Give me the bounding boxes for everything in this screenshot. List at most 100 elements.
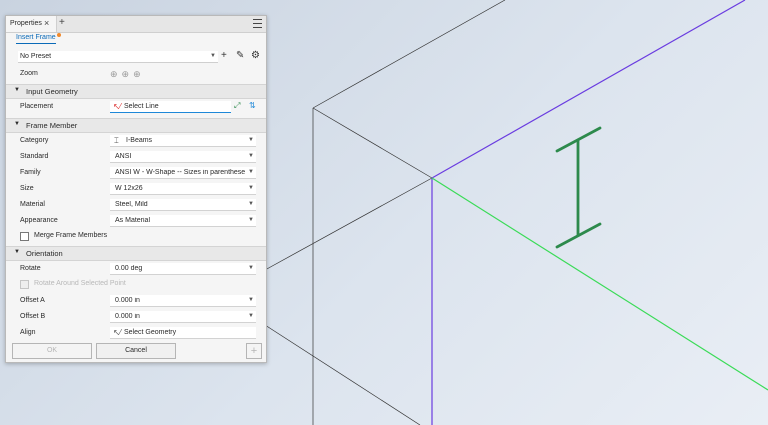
selected-edge-purple[interactable] [431, 0, 746, 179]
appearance-label: Appearance [20, 217, 58, 224]
i-beam-icon: ⌶ [114, 136, 119, 145]
rotate-around-row: Rotate Around Selected Point [6, 278, 266, 292]
zoom-out-icon[interactable]: ⊕ [133, 69, 145, 79]
i-beam-preview [555, 126, 602, 249]
section-frame-member-label: Frame Member [26, 121, 78, 130]
category-row: Category ⌶ I-Beams ▼ [6, 134, 266, 148]
category-label: Category [20, 137, 49, 144]
properties-panel: Properties × + Insert Frame No Preset ▼ … [5, 15, 267, 363]
chevron-down-icon: ▼ [14, 249, 20, 255]
section-orientation[interactable]: ▼ Orientation [6, 246, 266, 261]
chevron-down-icon: ▼ [248, 153, 254, 159]
material-label: Material [20, 201, 45, 208]
section-input-geometry-label: Input Geometry [26, 87, 78, 96]
offset-a-input[interactable]: 0.000 in ▼ [110, 295, 256, 307]
merge-row: Merge Frame Members [6, 230, 266, 244]
command-tab-insert-frame[interactable]: Insert Frame [16, 34, 56, 44]
align-selector[interactable]: ↖⁄ Select Geometry [110, 327, 256, 339]
tab-properties-label: Properties [10, 20, 42, 27]
chevron-down-icon: ▼ [248, 265, 254, 271]
frame-edge-bottom [264, 324, 421, 425]
standard-row: Standard ANSI ▼ [6, 150, 266, 164]
apply-button[interactable]: + [246, 343, 262, 359]
material-row: Material Steel, Mild ▼ [6, 198, 266, 212]
placement-value: Select Line [124, 103, 159, 110]
category-value: I-Beams [126, 137, 153, 144]
rotate-label: Rotate [20, 265, 41, 272]
category-dropdown[interactable]: ⌶ I-Beams ▼ [110, 135, 256, 147]
family-row: Family ANSI W - W-Shape -- Sizes in pare… [6, 166, 266, 180]
chevron-down-icon: ▼ [248, 201, 254, 207]
chevron-down-icon: ▼ [248, 185, 254, 191]
preset-value: No Preset [20, 53, 52, 60]
offset-b-value: 0.000 in [115, 313, 140, 320]
family-value: ANSI W - W-Shape -- Sizes in parentheses… [115, 169, 245, 176]
section-input-geometry[interactable]: ▼ Input Geometry [6, 84, 266, 99]
zoom-in-icon[interactable]: ⊕ [122, 69, 134, 79]
add-preset-icon[interactable]: + [221, 50, 227, 61]
appearance-row: Appearance As Material ▼ [6, 214, 266, 228]
offset-b-label: Offset B [20, 313, 46, 320]
chevron-down-icon: ▼ [248, 313, 254, 319]
rotate-input[interactable]: 0.00 deg ▼ [110, 263, 256, 275]
chevron-down-icon: ▼ [210, 53, 216, 59]
size-label: Size [20, 185, 34, 192]
preset-settings-icon[interactable]: ⚙ [251, 50, 260, 61]
material-dropdown[interactable]: Steel, Mild ▼ [110, 199, 256, 211]
rotate-around-point-label: Rotate Around Selected Point [34, 280, 126, 287]
close-icon[interactable]: × [44, 18, 49, 28]
material-value: Steel, Mild [115, 201, 148, 208]
rotate-value: 0.00 deg [115, 265, 143, 272]
family-label: Family [20, 169, 41, 176]
tab-properties[interactable]: Properties × [6, 16, 57, 32]
placement-selector[interactable]: ↖⁄ Select Line [110, 101, 231, 113]
zoom-row: Zoom ⊕⊕⊕ [6, 67, 266, 81]
appearance-value: As Material [115, 217, 151, 224]
selected-edge-green[interactable] [431, 177, 768, 391]
hamburger-menu-icon[interactable] [253, 19, 262, 28]
offset-b-row: Offset B 0.000 in ▼ [6, 310, 266, 324]
section-frame-member[interactable]: ▼ Frame Member [6, 118, 266, 133]
offset-b-input[interactable]: 0.000 in ▼ [110, 311, 256, 323]
chevron-down-icon: ▼ [248, 217, 254, 223]
mirror-icon[interactable]: ⇅ [249, 101, 256, 110]
chevron-down-icon: ▼ [14, 121, 20, 127]
zoom-icons[interactable]: ⊕⊕⊕ [110, 69, 145, 80]
edit-preset-icon[interactable]: ✎ [236, 50, 244, 61]
size-value: W 12x26 [115, 185, 143, 192]
zoom-fit-icon[interactable]: ⊕ [110, 69, 122, 79]
select-cursor-icon: ↖⁄ [113, 328, 122, 337]
standard-dropdown[interactable]: ANSI ▼ [110, 151, 256, 163]
size-dropdown[interactable]: W 12x26 ▼ [110, 183, 256, 195]
align-row: Align ↖⁄ Select Geometry [6, 326, 266, 340]
merge-frame-members-label: Merge Frame Members [34, 232, 108, 239]
rotate-row: Rotate 0.00 deg ▼ [6, 262, 266, 276]
zoom-label: Zoom [20, 70, 38, 77]
preset-dropdown[interactable]: No Preset ▼ [18, 51, 218, 63]
chevron-down-icon: ▼ [248, 137, 254, 143]
offset-a-row: Offset A 0.000 in ▼ [6, 294, 266, 308]
chevron-down-icon: ▼ [14, 87, 20, 93]
select-cursor-icon: ↖⁄ [113, 102, 122, 111]
add-tab-icon[interactable]: + [59, 17, 65, 28]
panel-tab-bar: Properties × + [6, 16, 266, 33]
offset-a-value: 0.000 in [115, 297, 140, 304]
family-dropdown[interactable]: ANSI W - W-Shape -- Sizes in parentheses… [110, 167, 256, 179]
align-value: Select Geometry [124, 329, 177, 336]
flip-direction-icon[interactable]: ⤢ [234, 101, 240, 111]
ok-button[interactable]: OK [12, 343, 92, 359]
placement-row: Placement ↖⁄ Select Line ⤢ ⇅ [6, 100, 266, 114]
appearance-dropdown[interactable]: As Material ▼ [110, 215, 256, 227]
placement-label: Placement [20, 103, 54, 110]
merge-frame-members-checkbox[interactable] [20, 232, 29, 241]
align-label: Align [20, 329, 36, 336]
frame-edge-back [312, 0, 506, 109]
cancel-button[interactable]: Cancel [96, 343, 176, 359]
modified-indicator [57, 33, 61, 37]
frame-edge-left-top [312, 107, 433, 179]
section-orientation-label: Orientation [26, 249, 63, 258]
standard-label: Standard [20, 153, 49, 160]
frame-edge-diagonal [264, 177, 433, 271]
offset-a-label: Offset A [20, 297, 45, 304]
rotate-around-point-checkbox[interactable] [20, 280, 29, 289]
